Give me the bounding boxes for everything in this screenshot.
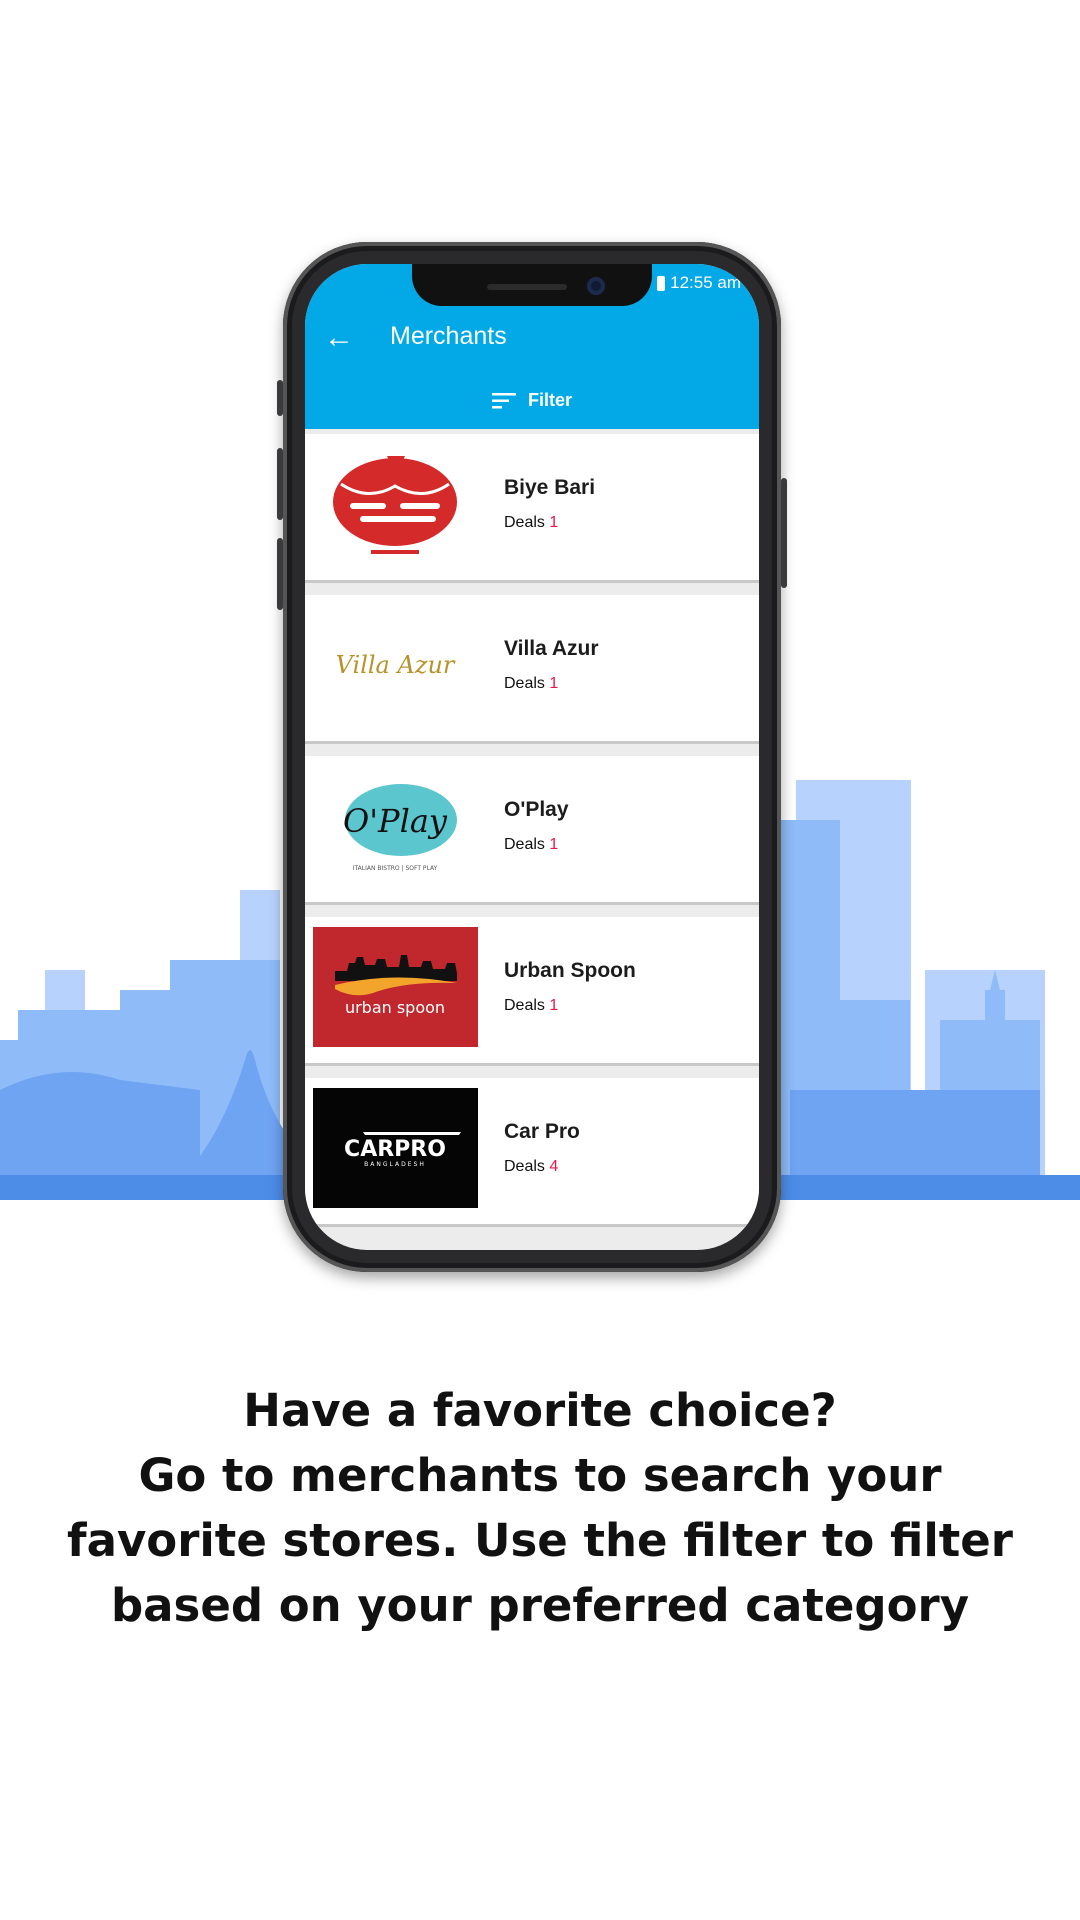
- deals-count: 1: [549, 997, 559, 1014]
- deals-label: Deals: [504, 836, 545, 853]
- deals-count: 1: [549, 836, 559, 853]
- merchant-row[interactable]: Villa Azur Villa Azur Deals 1: [305, 595, 759, 744]
- phone-mockup: 12:55 am ← Merchants Filter Biye Bari De…: [277, 242, 787, 1272]
- caption-line-2: Go to merchants to search your: [138, 1449, 942, 1502]
- merchant-name: Urban Spoon: [504, 959, 636, 982]
- phone-volume-down-button: [277, 538, 283, 610]
- caption-line-3: favorite stores. Use the filter to filte…: [67, 1514, 1013, 1567]
- villa-azur-logo-text: Villa Azur: [336, 651, 456, 679]
- deals-label: Deals: [504, 1158, 545, 1175]
- phone-mute-switch: [277, 380, 283, 416]
- deals-label: Deals: [504, 997, 545, 1014]
- status-time: 12:55 am: [670, 273, 741, 292]
- villa-azur-logo: Villa Azur: [313, 605, 478, 725]
- carpro-logo-subtext: BANGLADESH: [364, 1161, 426, 1168]
- battery-icon: [657, 275, 666, 291]
- biye-bari-logo: [313, 444, 478, 564]
- front-camera: [587, 277, 605, 295]
- oplay-logo-text: O'Play: [343, 802, 448, 840]
- oplay-logo: O'Play ITALIAN BISTRO | SOFT PLAY: [313, 766, 478, 886]
- caption-line-1: Have a favorite choice?: [243, 1384, 837, 1437]
- caption-line-4: based on your preferred category: [110, 1579, 970, 1632]
- merchant-deals: Deals 1: [504, 514, 558, 532]
- urban-spoon-logo: urban spoon: [313, 927, 478, 1047]
- urban-spoon-logo-text: urban spoon: [345, 998, 445, 1017]
- merchant-list: Biye Bari Deals 1 Villa Azur Villa Azur …: [305, 434, 759, 1239]
- page-title: Merchants: [390, 322, 507, 350]
- phone-volume-up-button: [277, 448, 283, 520]
- filter-button[interactable]: Filter: [305, 390, 759, 411]
- merchant-name: O'Play: [504, 798, 569, 821]
- promo-caption: Have a favorite choice? Go to merchants …: [40, 1378, 1040, 1638]
- merchant-deals: Deals 1: [504, 997, 558, 1015]
- carpro-logo-text: CARPRO: [344, 1137, 446, 1162]
- merchant-deals: Deals 1: [504, 675, 558, 693]
- filter-label: Filter: [527, 390, 572, 410]
- phone-screen: 12:55 am ← Merchants Filter Biye Bari De…: [305, 264, 759, 1250]
- back-arrow-icon[interactable]: ←: [319, 318, 359, 358]
- deals-count: 1: [549, 675, 559, 692]
- merchant-name: Biye Bari: [504, 476, 596, 499]
- phone-notch: [412, 264, 652, 306]
- deals-label: Deals: [504, 514, 545, 531]
- phone-power-button: [781, 478, 787, 588]
- status-bar: 12:55 am: [657, 273, 741, 293]
- filter-icon: [491, 392, 516, 408]
- deals-count: 1: [549, 514, 559, 531]
- carpro-logo: CARPRO BANGLADESH: [313, 1088, 478, 1208]
- merchant-row[interactable]: CARPRO BANGLADESH Car Pro Deals 4: [305, 1078, 759, 1227]
- merchant-deals: Deals 4: [504, 1158, 558, 1176]
- merchant-row[interactable]: urban spoon Urban Spoon Deals 1: [305, 917, 759, 1066]
- merchant-name: Car Pro: [504, 1120, 580, 1143]
- merchant-row[interactable]: O'Play ITALIAN BISTRO | SOFT PLAY O'Play…: [305, 756, 759, 905]
- earpiece-speaker: [487, 284, 567, 290]
- merchant-name: Villa Azur: [504, 637, 599, 660]
- oplay-logo-subtext: ITALIAN BISTRO | SOFT PLAY: [353, 865, 438, 872]
- merchant-row[interactable]: Biye Bari Deals 1: [305, 434, 759, 583]
- deals-count: 4: [549, 1158, 559, 1175]
- deals-label: Deals: [504, 675, 545, 692]
- merchant-deals: Deals 1: [504, 836, 558, 854]
